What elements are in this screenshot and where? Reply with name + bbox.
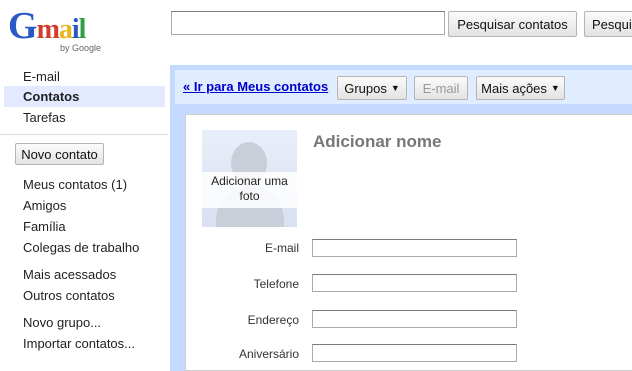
logo-letter-g: G — [8, 5, 38, 47]
gmail-logo[interactable]: Gmail by Google — [8, 6, 106, 54]
logo-letter-m: m — [36, 14, 60, 45]
phone-label: Telefone — [253, 277, 299, 291]
nav-group-my-contacts[interactable]: Meus contatos (1) — [23, 177, 127, 193]
phone-field[interactable] — [312, 274, 517, 292]
nav-new-group[interactable]: Novo grupo... — [23, 315, 101, 331]
logo-byline: by Google — [60, 43, 102, 53]
new-contact-button[interactable]: Novo contato — [15, 143, 104, 165]
nav-group-coworkers[interactable]: Colegas de trabalho — [23, 240, 139, 256]
more-actions-dropdown-button[interactable]: Mais ações ▼ — [476, 76, 565, 100]
add-photo-label[interactable]: Adicionar uma foto — [202, 172, 297, 208]
nav-import-contacts[interactable]: Importar contatos... — [23, 336, 135, 352]
groups-button-label: Grupos — [344, 80, 387, 96]
chevron-down-icon: ▼ — [390, 83, 400, 93]
nav-divider — [0, 134, 168, 135]
email-field[interactable] — [312, 239, 517, 257]
nav-email[interactable]: E-mail — [23, 69, 60, 85]
nav-most-contacted[interactable]: Mais acessados — [23, 267, 116, 283]
contact-photo[interactable]: Adicionar uma foto — [202, 130, 297, 227]
nav-other-contacts[interactable]: Outros contatos — [23, 288, 115, 304]
back-to-contacts-link[interactable]: « Ir para Meus contatos — [183, 79, 328, 94]
nav-group-family[interactable]: Família — [23, 219, 66, 235]
search-input[interactable] — [171, 11, 445, 35]
birthday-label: Aniversário — [238, 347, 299, 361]
address-label: Endereço — [247, 313, 299, 327]
email-button[interactable]: E-mail — [414, 76, 468, 100]
nav-group-friends[interactable]: Amigos — [23, 198, 66, 214]
search-contacts-button[interactable]: Pesquisar contatos — [448, 11, 577, 37]
address-field[interactable] — [312, 310, 517, 328]
search-web-button[interactable]: Pesquisar a Web — [584, 11, 632, 37]
nav-contacts[interactable]: Contatos — [23, 89, 79, 104]
add-name-field[interactable]: Adicionar nome — [313, 132, 441, 152]
birthday-field[interactable] — [312, 344, 517, 362]
chevron-down-icon: ▼ — [550, 83, 560, 93]
groups-dropdown-button[interactable]: Grupos ▼ — [337, 76, 407, 100]
more-actions-label: Mais ações — [481, 80, 547, 96]
nav-tasks[interactable]: Tarefas — [23, 110, 66, 126]
email-label: E-mail — [264, 241, 299, 255]
